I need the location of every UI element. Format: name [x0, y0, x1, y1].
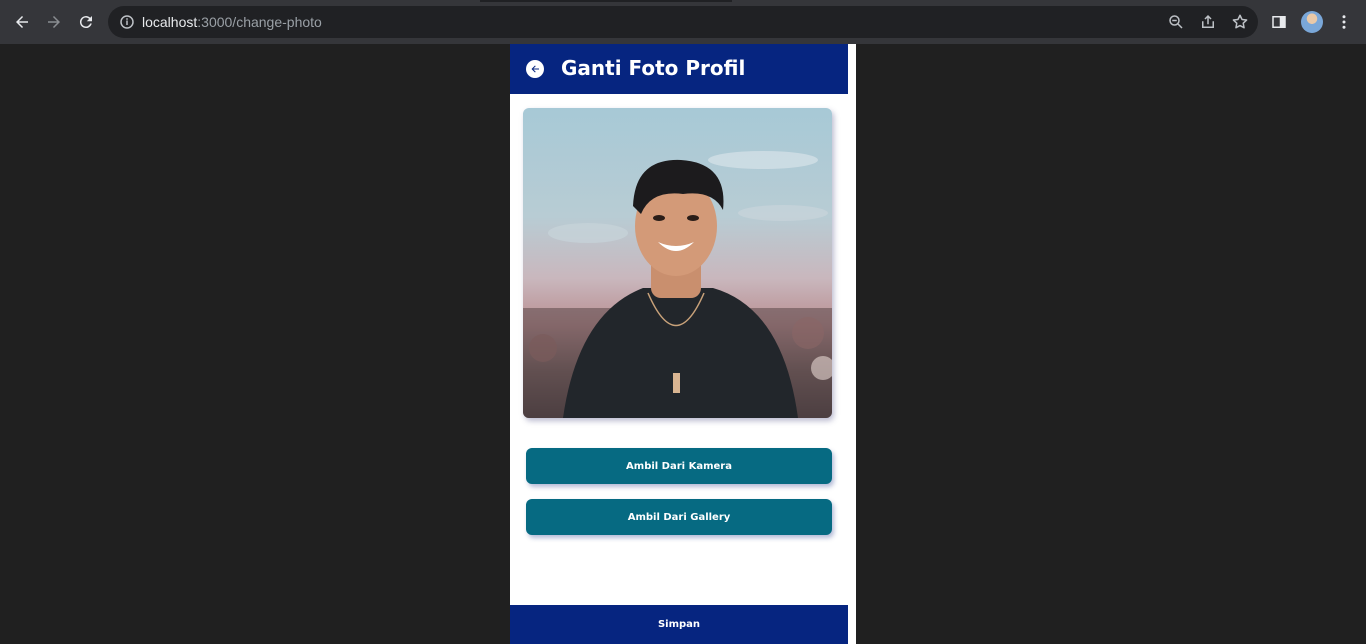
address-bar[interactable]: localhost:3000/change-photo — [108, 6, 1258, 38]
menu-kebab-icon[interactable] — [1333, 11, 1355, 33]
side-panel-icon[interactable] — [1268, 11, 1290, 33]
app-header: Ganti Foto Profil — [510, 44, 848, 94]
page-title: Ganti Foto Profil — [561, 56, 746, 80]
zoom-icon[interactable] — [1167, 13, 1185, 31]
url-path: :3000/change-photo — [197, 14, 322, 30]
reload-icon[interactable] — [75, 11, 97, 33]
back-arrow-icon[interactable] — [11, 11, 33, 33]
mobile-app-screen: Ganti Foto Profil Ambil Dari Kamera Ambi… — [510, 44, 856, 644]
save-button[interactable]: Simpan — [510, 605, 848, 644]
bookmark-star-icon[interactable] — [1231, 13, 1249, 31]
profile-photo — [523, 108, 832, 418]
share-icon[interactable] — [1199, 13, 1217, 31]
forward-arrow-icon[interactable] — [43, 11, 65, 33]
url-host: localhost — [142, 14, 198, 30]
url-text: localhost:3000/change-photo — [142, 14, 322, 30]
profile-photo-illustration — [523, 151, 832, 418]
browser-toolbar: localhost:3000/change-photo — [0, 0, 1366, 44]
take-from-camera-button[interactable]: Ambil Dari Kamera — [526, 448, 832, 484]
profile-avatar-icon[interactable] — [1301, 11, 1323, 33]
take-from-gallery-button[interactable]: Ambil Dari Gallery — [526, 499, 832, 535]
active-tab-indicator — [480, 0, 732, 2]
site-info-icon[interactable] — [118, 13, 136, 31]
back-icon[interactable] — [526, 60, 544, 78]
